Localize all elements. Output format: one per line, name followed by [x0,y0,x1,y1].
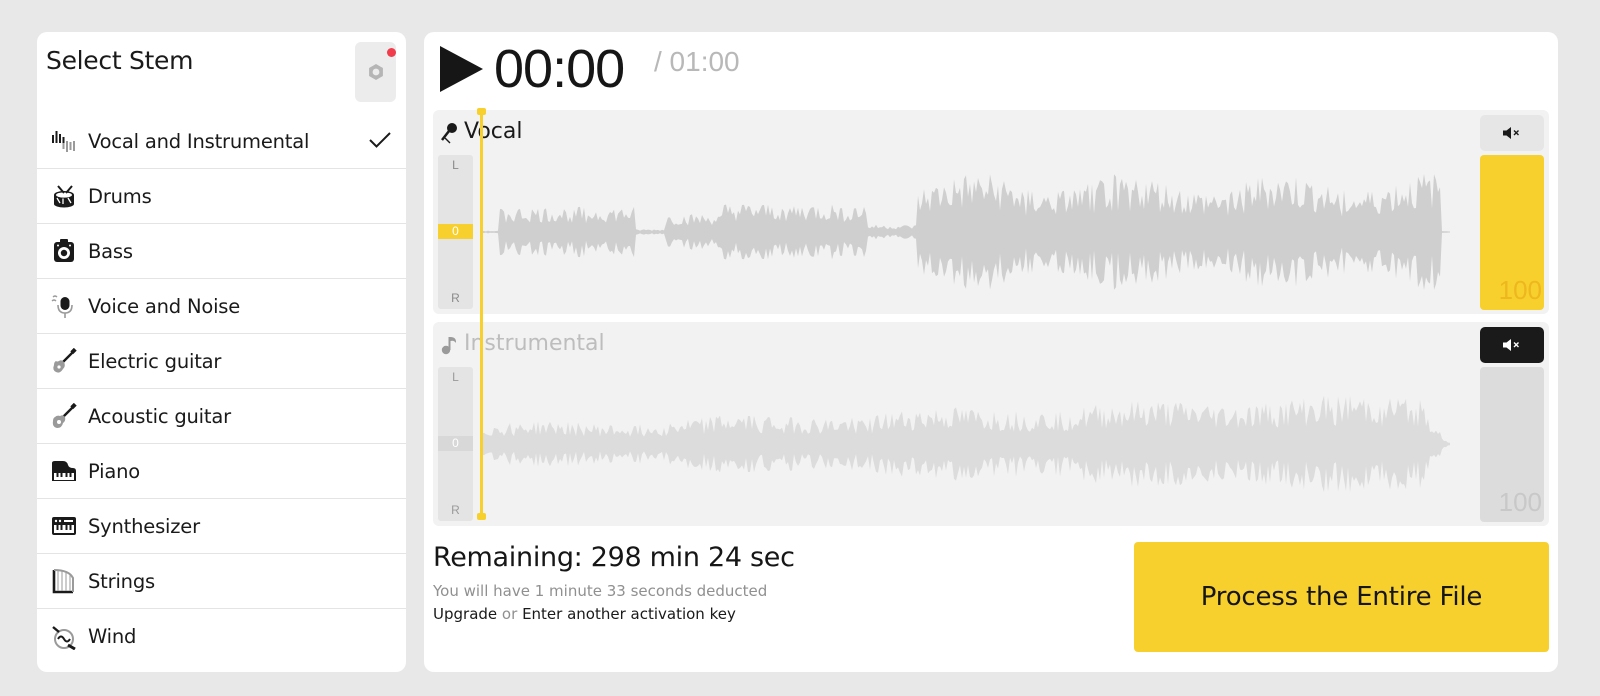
stem-item-voice-and-noise[interactable]: Voice and Noise [37,279,406,334]
speaker-mute-icon [1503,339,1519,351]
pan-center-indicator[interactable]: 0 [438,224,473,239]
play-icon[interactable] [437,44,485,94]
account-links: Upgrade or Enter another activation key [433,605,736,623]
playhead[interactable] [477,108,486,520]
stem-item-electric-guitar[interactable]: Electric guitar [37,334,406,389]
waveform-shape [480,174,1450,290]
stem-item-wind[interactable]: Wind [37,609,406,664]
music-note-icon [441,337,456,355]
mute-button[interactable] [1480,327,1544,363]
stem-item-acoustic-guitar[interactable]: Acoustic guitar [37,389,406,444]
pan-slider[interactable]: L 0 R [438,155,473,309]
stem-item-bass[interactable]: Bass [37,224,406,279]
mute-button[interactable] [1480,115,1544,151]
panel-title: Select Stem [46,46,194,75]
pan-slider[interactable]: L 0 R [438,367,473,521]
horn-icon [51,624,77,650]
remaining-time: Remaining: 298 min 24 sec [433,542,795,573]
notification-dot [387,48,396,57]
upgrade-link[interactable]: Upgrade [433,605,497,623]
pan-left-label: L [452,158,459,172]
deduction-note: You will have 1 minute 33 seconds deduct… [433,582,768,600]
stem-label: Drums [88,184,152,208]
current-time: 00:00 [494,39,625,99]
stem-label: Strings [88,569,155,593]
electric-guitar-icon [51,348,77,374]
stem-item-vocal-and-instrumental[interactable]: Vocal and Instrumental [37,114,406,169]
pan-center-indicator[interactable]: 0 [438,436,473,451]
pan-left-label: L [452,370,459,384]
track-title: Instrumental [464,331,605,356]
stem-label: Wind [88,625,137,648]
waveform-instrumental[interactable] [480,367,1450,521]
pan-right-label: R [451,291,460,305]
volume-slider[interactable]: 100 [1480,155,1544,310]
microphone-icon [51,293,77,319]
track-title: Vocal [464,119,523,144]
volume-slider[interactable]: 100 [1480,367,1544,522]
track-instrumental: Instrumental L 0 R 100 [433,322,1549,526]
synthesizer-icon [51,513,77,539]
speaker-mute-icon [1503,127,1519,139]
waveform-vocal[interactable] [480,155,1450,309]
or-label: or [501,605,518,623]
microphone-icon [441,123,457,144]
check-icon [369,132,391,148]
total-time: / 01:00 [654,46,740,77]
stem-item-synthesizer[interactable]: Synthesizer [37,499,406,554]
acoustic-guitar-icon [51,403,77,429]
stem-label: Electric guitar [88,349,222,373]
volume-value: 100 [1498,275,1542,305]
gear-icon [368,64,383,80]
stem-list: Vocal and Instrumental Drums Bass Voice … [37,114,406,664]
volume-value: 100 [1498,487,1542,517]
stem-label: Acoustic guitar [88,404,231,428]
bass-amp-icon [51,238,77,264]
process-file-button[interactable]: Process the Entire File [1134,542,1549,652]
stem-item-strings[interactable]: Strings [37,554,406,609]
stem-label: Vocal and Instrumental [88,129,310,153]
stem-label: Synthesizer [88,514,200,538]
stem-item-piano[interactable]: Piano [37,444,406,499]
stem-panel: Select Stem Vocal and Instrumental Drums… [37,32,406,672]
settings-button[interactable] [355,42,396,102]
stem-label: Piano [88,459,140,483]
activation-key-link[interactable]: Enter another activation key [522,605,736,623]
track-vocal: Vocal L 0 R 100 [433,110,1549,314]
piano-icon [51,458,77,484]
harp-icon [51,568,77,594]
drum-icon [51,183,77,209]
waveform-shape [480,395,1450,493]
stem-item-drums[interactable]: Drums [37,169,406,224]
pan-right-label: R [451,503,460,517]
waveform-icon [51,128,77,154]
stem-label: Voice and Noise [88,294,241,318]
stem-label: Bass [88,239,133,263]
editor-panel: 00:00 / 01:00 Vocal L 0 R 100 Instrument… [424,32,1558,672]
